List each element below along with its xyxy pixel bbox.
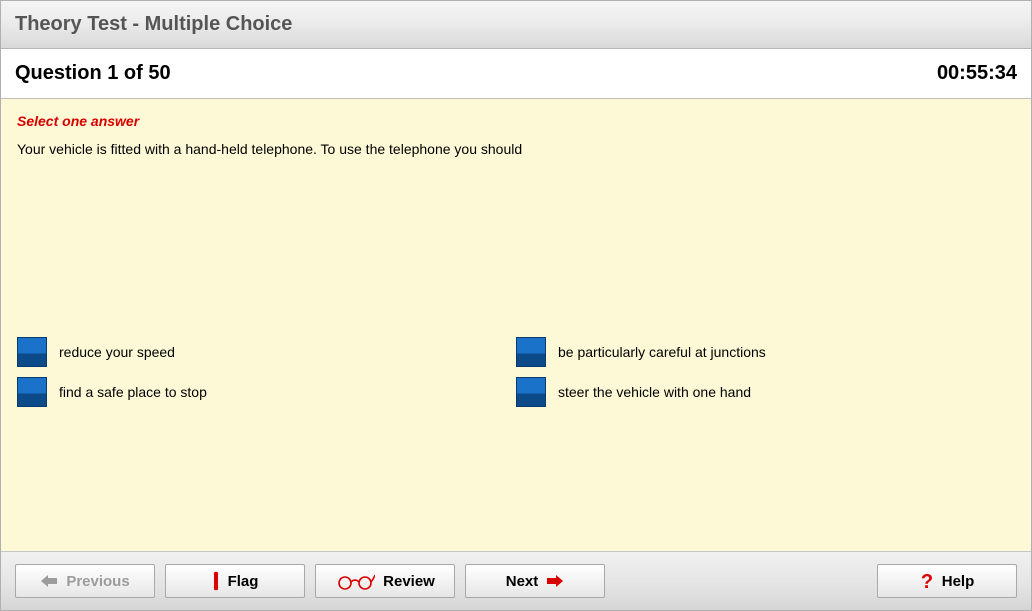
- footer-toolbar: Previous Flag Review Next: [1, 552, 1031, 610]
- question-mark-icon: ?: [920, 571, 934, 591]
- arrow-left-icon: [40, 574, 58, 588]
- arrow-right-icon: [546, 574, 564, 588]
- instruction-text: Select one answer: [17, 113, 1015, 129]
- review-button[interactable]: Review: [315, 564, 455, 598]
- previous-label: Previous: [66, 573, 129, 590]
- app-title: Theory Test - Multiple Choice: [15, 13, 292, 36]
- flag-button[interactable]: Flag: [165, 564, 305, 598]
- svg-text:?: ?: [921, 571, 933, 591]
- answer-checkbox-icon: [516, 337, 546, 367]
- help-button[interactable]: ? Help: [877, 564, 1017, 598]
- answers-grid: reduce your speed be particularly carefu…: [17, 337, 1015, 407]
- flag-icon: [212, 571, 220, 591]
- flag-label: Flag: [228, 573, 259, 590]
- answer-option-d[interactable]: steer the vehicle with one hand: [516, 377, 1015, 407]
- answer-checkbox-icon: [17, 377, 47, 407]
- next-button[interactable]: Next: [465, 564, 605, 598]
- status-bar: Question 1 of 50 00:55:34: [1, 49, 1031, 99]
- answer-option-b[interactable]: be particularly careful at junctions: [516, 337, 1015, 367]
- question-counter: Question 1 of 50: [15, 62, 171, 85]
- question-panel: Select one answer Your vehicle is fitted…: [1, 99, 1031, 552]
- titlebar: Theory Test - Multiple Choice: [1, 1, 1031, 49]
- review-label: Review: [383, 573, 435, 590]
- answer-checkbox-icon: [17, 337, 47, 367]
- answer-option-a[interactable]: reduce your speed: [17, 337, 516, 367]
- question-text: Your vehicle is fitted with a hand-held …: [17, 141, 1015, 157]
- answer-label: find a safe place to stop: [59, 384, 207, 400]
- answer-label: reduce your speed: [59, 344, 175, 360]
- help-label: Help: [942, 573, 975, 590]
- glasses-icon: [335, 572, 375, 590]
- timer: 00:55:34: [937, 62, 1017, 85]
- answer-option-c[interactable]: find a safe place to stop: [17, 377, 516, 407]
- answer-label: steer the vehicle with one hand: [558, 384, 751, 400]
- answer-checkbox-icon: [516, 377, 546, 407]
- previous-button[interactable]: Previous: [15, 564, 155, 598]
- answer-label: be particularly careful at junctions: [558, 344, 766, 360]
- app-window: Theory Test - Multiple Choice Question 1…: [0, 0, 1032, 611]
- next-label: Next: [506, 573, 539, 590]
